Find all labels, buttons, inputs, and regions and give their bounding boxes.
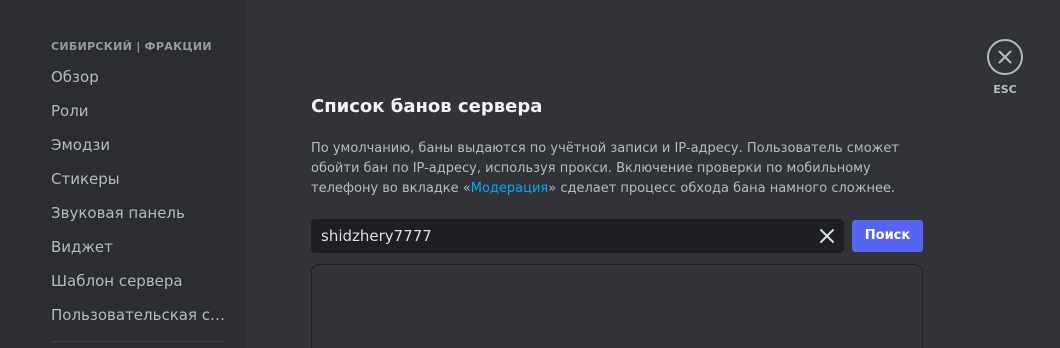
sidebar-item-widget[interactable]: Виджет (43, 231, 229, 263)
sidebar-item-soundboard[interactable]: Звуковая панель (43, 197, 229, 229)
server-name-header: СИБИРСКИЙ | ФРАКЦИИ (51, 40, 212, 53)
ban-search-field (311, 219, 844, 253)
ban-search-input[interactable] (321, 219, 801, 253)
settings-sidebar: СИБИРСКИЙ | ФРАКЦИИ Обзор Роли Эмодзи Ст… (0, 0, 246, 348)
sidebar-item-server-template[interactable]: Шаблон сервера (43, 265, 229, 297)
close-button[interactable] (987, 39, 1023, 75)
description-text-end: » сделает процесс обхода бана намного сл… (548, 181, 896, 196)
page-description: По умолчанию, баны выдаются по учётной з… (311, 139, 921, 199)
sidebar-item-roles[interactable]: Роли (43, 95, 229, 127)
page-title: Список банов сервера (311, 96, 543, 117)
sidebar-item-stickers[interactable]: Стикеры (43, 163, 229, 195)
moderation-link[interactable]: Модерация (471, 181, 549, 196)
close-icon[interactable] (818, 227, 836, 245)
sidebar-divider (51, 341, 223, 342)
app-root: СИБИРСКИЙ | ФРАКЦИИ Обзор Роли Эмодзи Ст… (0, 0, 1060, 348)
ban-list-panel (311, 264, 923, 348)
sidebar-item-overview[interactable]: Обзор (43, 61, 229, 93)
sidebar-item-emoji[interactable]: Эмодзи (43, 129, 229, 161)
search-button[interactable]: Поиск (852, 220, 923, 252)
sidebar-item-custom-link[interactable]: Пользовательская сс... (43, 299, 229, 331)
esc-label: ESC (993, 83, 1017, 96)
close-icon (998, 50, 1012, 64)
